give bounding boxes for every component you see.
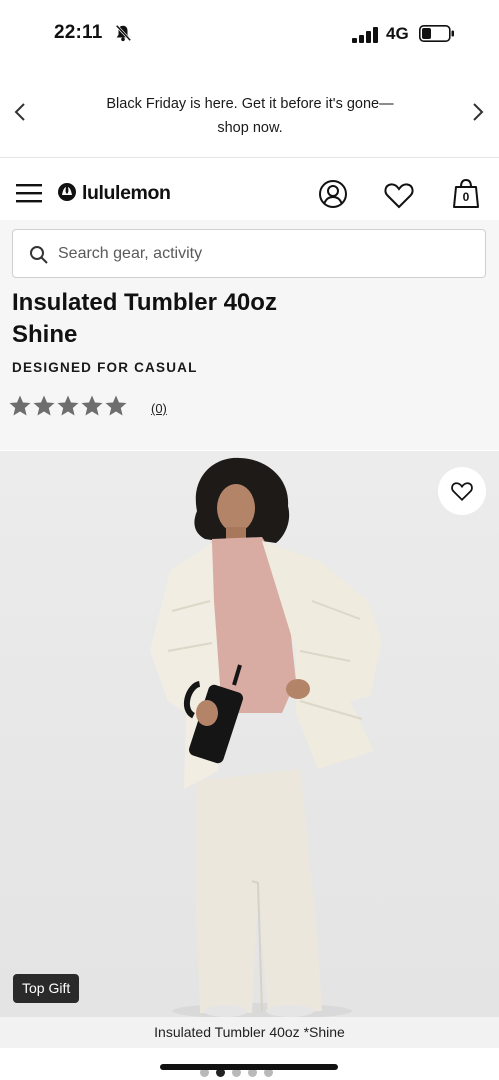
image-caption: Insulated Tumbler 40oz *Shine: [154, 1024, 345, 1040]
network-type: 4G: [386, 24, 409, 43]
top-gift-badge: Top Gift: [13, 974, 80, 1003]
shopping-bag-button[interactable]: 0: [452, 178, 480, 210]
product-title-line2: Shine: [12, 321, 78, 348]
product-image[interactable]: [0, 451, 499, 1017]
lululemon-logo-icon[interactable]: [58, 183, 76, 201]
model-illustration: [150, 457, 382, 1017]
status-time: 22:11: [54, 22, 103, 43]
review-count-link[interactable]: (0): [151, 401, 167, 416]
account-icon[interactable]: [317, 178, 349, 210]
menu-icon[interactable]: [15, 181, 43, 205]
star-icon: [33, 395, 55, 416]
add-to-wishlist-button[interactable]: [438, 467, 486, 515]
rating-stars[interactable]: [8, 394, 128, 422]
bag-count: 0: [462, 190, 470, 204]
star-icon: [9, 395, 31, 416]
heart-icon[interactable]: [383, 180, 415, 210]
search-icon: [30, 246, 48, 264]
chevron-left-icon[interactable]: [10, 101, 32, 123]
product-title-line1: Insulated Tumbler 40oz: [12, 289, 277, 316]
search-input[interactable]: [58, 238, 458, 270]
heart-icon: [451, 482, 473, 502]
battery-icon: [419, 25, 454, 42]
signal-icon: [352, 27, 378, 43]
star-icon: [105, 395, 127, 416]
product-category: DESIGNED FOR CASUAL: [12, 360, 198, 375]
promo-text-line2: shop now.: [217, 120, 283, 136]
promo-text[interactable]: Black Friday is here. Get it before it's…: [70, 92, 430, 140]
brand-logo-text[interactable]: lululemon: [82, 182, 171, 205]
promo-text-line1: Black Friday is here. Get it before it's…: [106, 96, 394, 112]
divider: [0, 157, 499, 158]
product-title: Insulated Tumbler 40oz Shine: [12, 287, 342, 351]
star-icon: [57, 395, 79, 416]
bell-muted-icon: [115, 24, 132, 42]
home-indicator[interactable]: [160, 1064, 338, 1070]
star-icon: [81, 395, 103, 416]
chevron-right-icon[interactable]: [466, 101, 488, 123]
